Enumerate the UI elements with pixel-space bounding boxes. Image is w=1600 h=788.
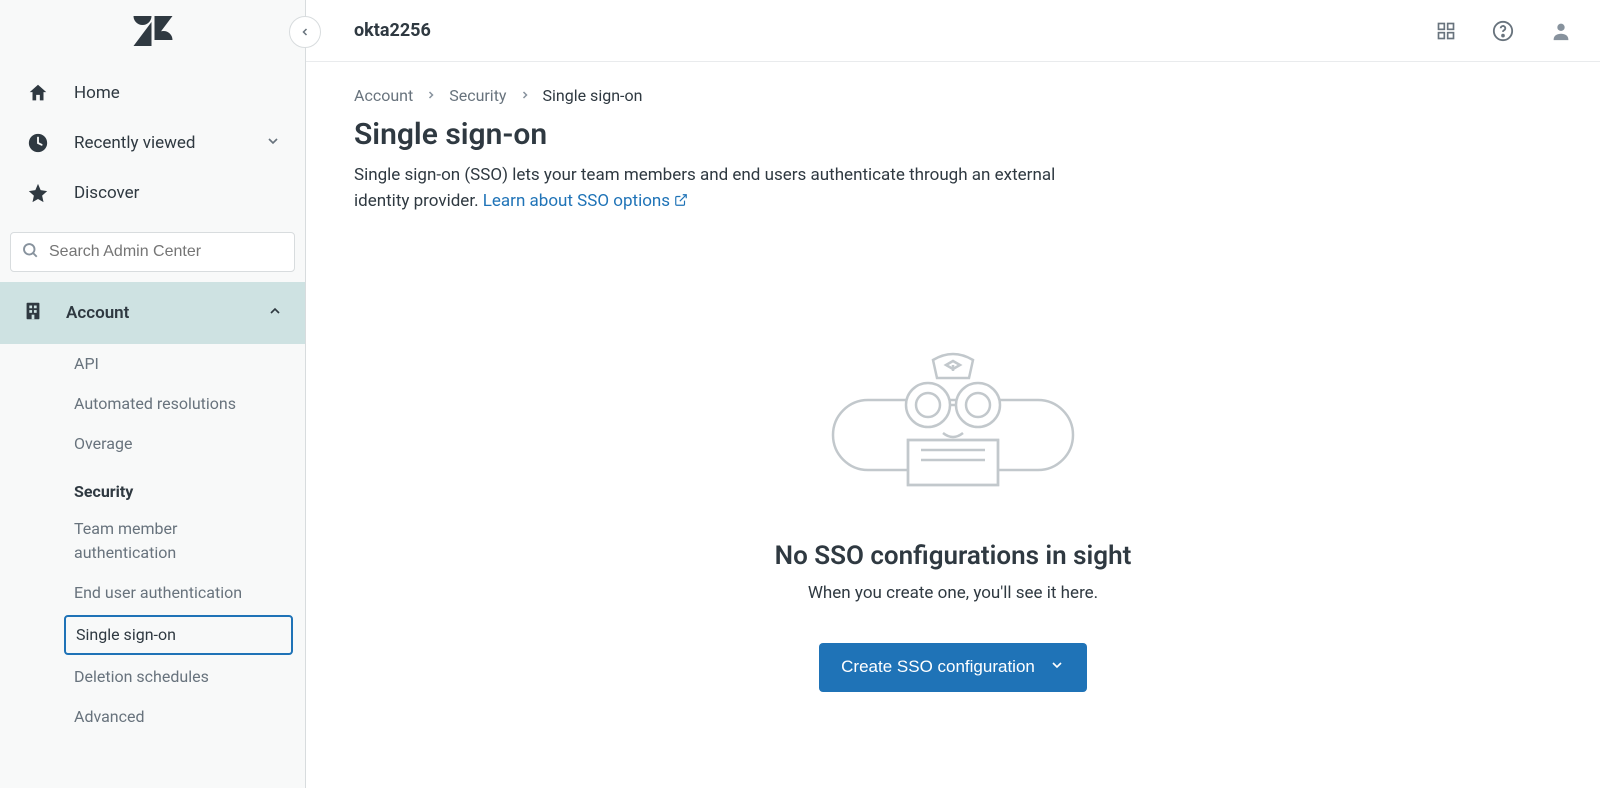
subnav-item-sso[interactable]: Single sign-on	[64, 615, 293, 655]
subnav-item-end-user-auth[interactable]: End user authentication	[0, 573, 305, 613]
breadcrumb: Account Security Single sign-on	[354, 86, 1552, 105]
star-icon	[24, 182, 52, 204]
apps-grid-icon[interactable]	[1436, 21, 1456, 41]
chevron-down-icon	[1049, 657, 1065, 678]
subnav-item-overage[interactable]: Overage	[0, 424, 305, 464]
subnav-group-security: Security	[0, 464, 305, 509]
empty-heading: No SSO configurations in sight	[775, 541, 1132, 571]
page-desc-text: Single sign-on (SSO) lets your team memb…	[354, 165, 1055, 211]
cta-label: Create SSO configuration	[841, 657, 1035, 677]
subnav-item-deletion-schedules[interactable]: Deletion schedules	[0, 657, 305, 697]
learn-sso-link[interactable]: Learn about SSO options	[483, 191, 689, 211]
nav-discover[interactable]: Discover	[0, 168, 305, 218]
sidebar-section-account[interactable]: Account	[0, 282, 305, 344]
chevron-down-icon	[265, 133, 281, 154]
subnav-item-team-auth[interactable]: Team member authentication	[0, 509, 305, 573]
building-icon	[22, 300, 44, 326]
sidebar-subnav: Storage API Automated resolutions Overag…	[0, 344, 305, 757]
breadcrumb-security[interactable]: Security	[449, 86, 506, 105]
zendesk-logo-icon	[133, 16, 173, 46]
profile-icon[interactable]	[1550, 20, 1572, 42]
nav-discover-label: Discover	[74, 183, 139, 203]
topbar: okta2256	[306, 0, 1600, 62]
collapse-sidebar-button[interactable]	[289, 16, 321, 48]
subnav-item-automated-resolutions[interactable]: Automated resolutions	[0, 384, 305, 424]
empty-subtext: When you create one, you'll see it here.	[808, 583, 1098, 603]
content: Account Security Single sign-on Single s…	[306, 62, 1600, 716]
logo-row	[0, 0, 305, 62]
page-title: Single sign-on	[354, 117, 1552, 152]
nav-home[interactable]: Home	[0, 68, 305, 118]
chevron-right-icon	[519, 86, 531, 105]
home-icon	[24, 82, 52, 104]
help-icon[interactable]	[1492, 20, 1514, 42]
breadcrumb-account[interactable]: Account	[354, 86, 413, 105]
chevron-right-icon	[425, 86, 437, 105]
nav-home-label: Home	[74, 83, 120, 103]
workspace-name: okta2256	[354, 20, 431, 41]
search-admin-center[interactable]	[10, 232, 295, 272]
search-input[interactable]	[49, 243, 284, 261]
section-account-title: Account	[66, 303, 129, 323]
sidebar: Home Recently viewed Discover	[0, 0, 306, 788]
main: okta2256 Account Security Single sign-o	[306, 0, 1600, 788]
nav-recent-label: Recently viewed	[74, 133, 196, 153]
clock-icon	[24, 132, 52, 154]
empty-state: No SSO configurations in sight When you …	[354, 345, 1552, 692]
empty-illustration-icon	[813, 345, 1093, 505]
subnav-item-advanced[interactable]: Advanced	[0, 697, 305, 737]
breadcrumb-current: Single sign-on	[543, 86, 643, 105]
nav-recently-viewed[interactable]: Recently viewed	[0, 118, 305, 168]
search-icon	[21, 241, 39, 263]
subnav-item-api[interactable]: API	[0, 344, 305, 384]
chevron-up-icon	[267, 303, 283, 323]
create-sso-configuration-button[interactable]: Create SSO configuration	[819, 643, 1087, 692]
nav-primary: Home Recently viewed Discover	[0, 62, 305, 218]
page-description: Single sign-on (SSO) lets your team memb…	[354, 162, 1114, 215]
